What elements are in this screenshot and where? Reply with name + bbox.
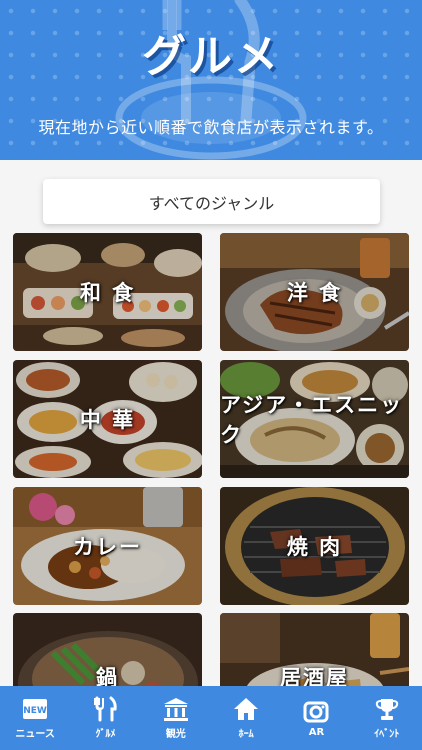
category-label: カレー <box>73 535 142 559</box>
page-title: グルメ <box>142 31 280 82</box>
tab-gourmet[interactable]: ｸﾞﾙﾒ <box>70 686 140 750</box>
tab-label: 観光 <box>165 729 186 740</box>
page-subtitle: 現在地から近い順番で飲食店が表示されます。 <box>38 118 384 137</box>
tab-label: ｸﾞﾙﾒ <box>95 729 116 740</box>
news-icon: NEW <box>23 699 48 719</box>
category-label: 和 食 <box>79 281 136 305</box>
category-tile-japanese[interactable]: 和 食 <box>13 233 202 351</box>
tab-label: ｲﾍﾞﾝﾄ <box>374 729 400 740</box>
category-tile-yakiniku[interactable]: 焼 肉 <box>220 487 409 605</box>
category-tile-chinese[interactable]: 中 華 <box>13 360 202 478</box>
category-label: 中 華 <box>79 408 136 432</box>
category-label: アジア・エスニック <box>220 393 404 447</box>
category-tile-asian-ethnic[interactable]: アジア・エスニック <box>220 360 409 478</box>
tab-label: ニュース <box>15 729 55 740</box>
temple-icon <box>163 698 188 721</box>
category-label: 焼 肉 <box>286 535 343 559</box>
category-tile-curry[interactable]: カレー <box>13 487 202 605</box>
home-icon <box>234 698 259 720</box>
tab-events[interactable]: ｲﾍﾞﾝﾄ <box>352 686 422 750</box>
category-tile-western[interactable]: 洋 食 <box>220 233 409 351</box>
news-badge-text: NEW <box>23 706 47 716</box>
gourmet-header-banner: グルメ 現在地から近い順番で飲食店が表示されます。 <box>0 0 422 160</box>
tab-news[interactable]: NEW ニュース <box>0 686 70 750</box>
trophy-icon <box>375 699 398 720</box>
tab-label: ﾎｰﾑ <box>238 729 254 740</box>
tab-home[interactable]: ﾎｰﾑ <box>211 686 281 750</box>
tab-ar[interactable]: AR <box>281 686 351 750</box>
fork-knife-icon <box>94 696 118 722</box>
camera-icon <box>303 701 329 723</box>
category-label: 洋 食 <box>286 281 343 305</box>
genre-filter-button[interactable]: すべてのジャンル <box>43 179 380 224</box>
bottom-tab-bar: NEW ニュース ｸﾞﾙﾒ 観光 ﾎｰﾑ AR ｲﾍﾞﾝﾄ <box>0 686 422 750</box>
tab-sightseeing[interactable]: 観光 <box>141 686 211 750</box>
tab-label: AR <box>308 727 325 738</box>
